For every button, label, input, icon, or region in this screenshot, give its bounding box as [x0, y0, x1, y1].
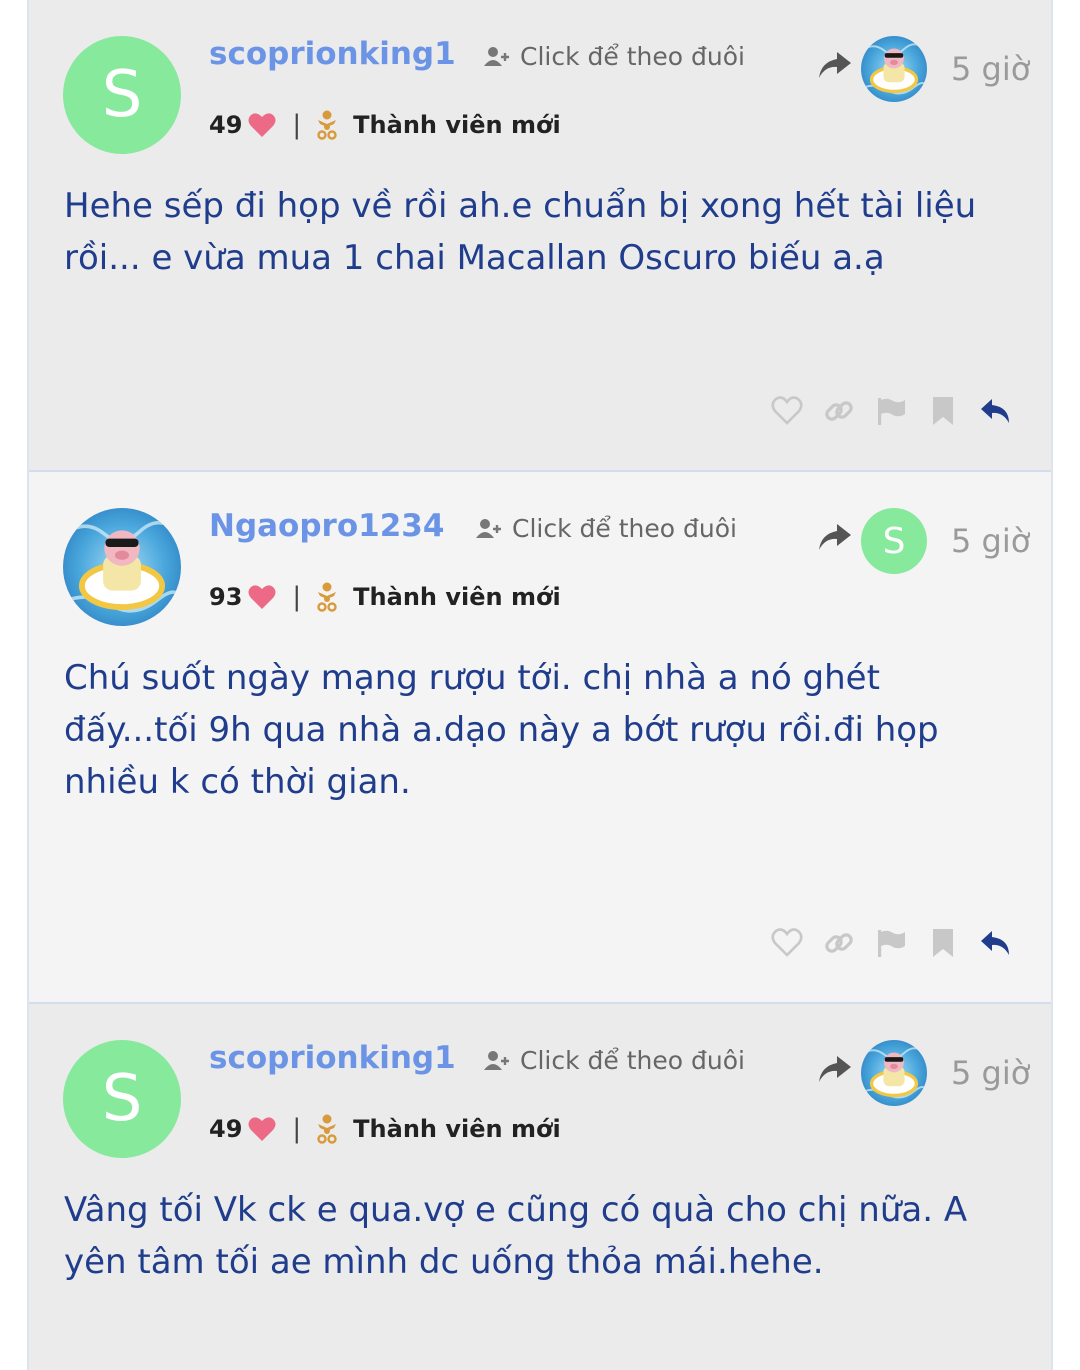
- like-icon[interactable]: [771, 927, 803, 959]
- post-actions: [771, 927, 1011, 959]
- comment-body: Chú suốt ngày mạng rượu tới. chị nhà a n…: [64, 658, 939, 802]
- reply-icon[interactable]: [979, 395, 1011, 427]
- flag-icon[interactable]: [875, 927, 907, 959]
- divider: |: [292, 1114, 302, 1144]
- username[interactable]: scoprionking1: [209, 36, 456, 72]
- share-arrow-icon[interactable]: [817, 50, 853, 80]
- comment-post: Ngaopro1234 Click để theo đuôi S 5 giờ 9…: [29, 472, 1051, 1004]
- follow-user-icon: [484, 46, 509, 66]
- avatar-letter: S: [101, 58, 143, 132]
- follow-button[interactable]: Click để theo đuôi: [476, 514, 737, 543]
- pig-float-avatar-image: [63, 508, 181, 626]
- follow-label: Click để theo đuôi: [520, 42, 745, 71]
- like-icon[interactable]: [771, 395, 803, 427]
- user-meta: 49 | Thành viên mới: [209, 110, 561, 140]
- follow-label: Click để theo đuôi: [520, 1046, 745, 1075]
- comment-post: S scoprionking1 Click để theo đuôi 5 giờ…: [29, 0, 1051, 472]
- heart-icon: [248, 113, 276, 137]
- user-meta: 93 | Thành viên mới: [209, 582, 561, 612]
- like-count: 93: [209, 583, 243, 611]
- username[interactable]: scoprionking1: [209, 1040, 456, 1076]
- pig-float-avatar-image: [861, 1040, 927, 1106]
- bookmark-icon[interactable]: [927, 927, 959, 959]
- reply-to-avatar[interactable]: [861, 1040, 927, 1106]
- member-role: Thành viên mới: [353, 111, 561, 139]
- heart-icon: [248, 1117, 276, 1141]
- baby-badge-icon: [317, 582, 337, 612]
- comment-thread: S scoprionking1 Click để theo đuôi 5 giờ…: [27, 0, 1053, 1370]
- like-count: 49: [209, 111, 243, 139]
- post-actions: [771, 395, 1011, 427]
- pig-float-avatar-image: [861, 36, 927, 102]
- member-role: Thành viên mới: [353, 1115, 561, 1143]
- share-arrow-icon[interactable]: [817, 1054, 853, 1084]
- post-time: 5 giờ: [951, 1054, 1031, 1092]
- reply-icon[interactable]: [979, 927, 1011, 959]
- avatar[interactable]: S: [63, 36, 181, 154]
- comment-post: S scoprionking1 Click để theo đuôi 5 giờ…: [29, 1004, 1051, 1370]
- like-count: 49: [209, 1115, 243, 1143]
- follow-button[interactable]: Click để theo đuôi: [484, 42, 745, 71]
- username[interactable]: Ngaopro1234: [209, 508, 444, 544]
- baby-badge-icon: [317, 110, 337, 140]
- heart-icon: [248, 585, 276, 609]
- reply-to-avatar[interactable]: [861, 36, 927, 102]
- flag-icon[interactable]: [875, 395, 907, 427]
- comment-body: Vâng tối Vk ck e qua.vợ e cũng có quà ch…: [64, 1190, 968, 1282]
- post-time: 5 giờ: [951, 50, 1031, 88]
- member-role: Thành viên mới: [353, 583, 561, 611]
- follow-button[interactable]: Click để theo đuôi: [484, 1046, 745, 1075]
- baby-badge-icon: [317, 1114, 337, 1144]
- avatar-letter: S: [101, 1062, 143, 1136]
- share-arrow-icon[interactable]: [817, 522, 853, 552]
- avatar-letter: S: [882, 520, 906, 562]
- avatar[interactable]: S: [63, 1040, 181, 1158]
- follow-label: Click để theo đuôi: [512, 514, 737, 543]
- link-icon[interactable]: [823, 927, 855, 959]
- avatar[interactable]: [63, 508, 181, 626]
- bookmark-icon[interactable]: [927, 395, 959, 427]
- reply-to-avatar[interactable]: S: [861, 508, 927, 574]
- divider: |: [292, 110, 302, 140]
- link-icon[interactable]: [823, 395, 855, 427]
- comment-body: Hehe sếp đi họp về rồi ah.e chuẩn bị xon…: [64, 186, 977, 278]
- post-time: 5 giờ: [951, 522, 1031, 560]
- user-meta: 49 | Thành viên mới: [209, 1114, 561, 1144]
- divider: |: [292, 582, 302, 612]
- follow-user-icon: [484, 1050, 509, 1070]
- follow-user-icon: [476, 518, 501, 538]
